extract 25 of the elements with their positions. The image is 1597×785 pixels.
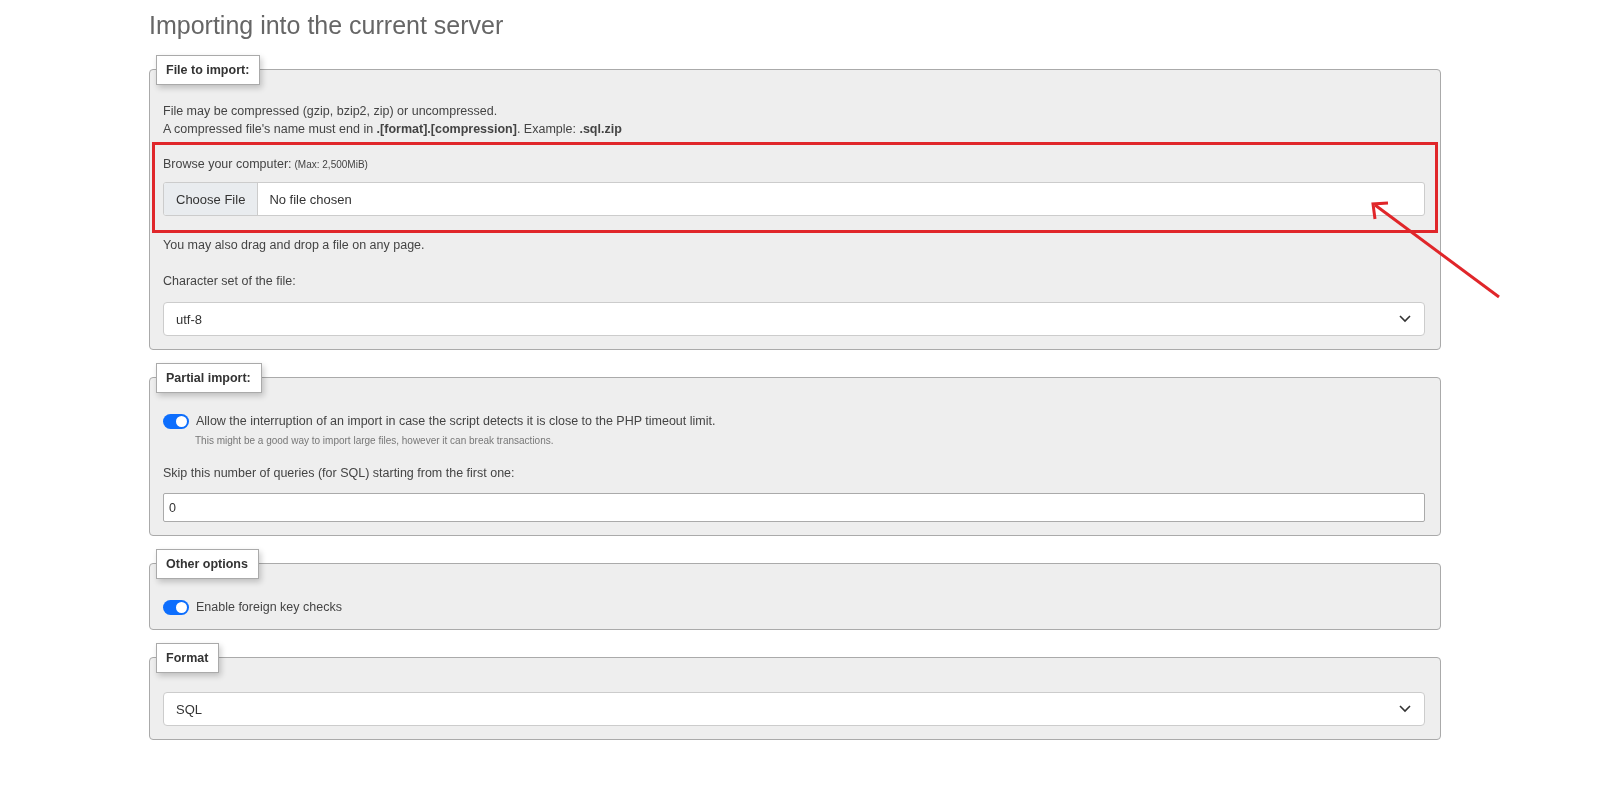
chevron-down-icon [1399,705,1411,713]
hint-text: This might be a good way to import large files, however it can break transactions. [195,435,555,446]
drag-drop-note: You may also drag and drop a file on any page. [163,237,426,254]
chevron-down-icon [1399,315,1411,323]
skip-queries-field[interactable]: 0 [163,493,1425,522]
charset-select[interactable]: utf-8 [163,302,1425,336]
max-size-note: (Max: 2,500MiB) [294,159,368,170]
file-status-text: No file chosen [268,190,352,209]
fieldset-legend: Other options [156,549,259,579]
toggle-switch[interactable] [163,413,189,429]
page-title: Importing into the current server [149,10,505,41]
charset-label: Character set of the file: [163,273,297,290]
choose-file-button[interactable]: Choose File [164,183,259,215]
fieldset-legend: Format [156,643,220,673]
browse-label: Browse your computer: [163,157,292,171]
help-text: File may be compressed (gzip, bzip2, zip) or uncompressed. [163,103,499,120]
skip-queries-label: Skip this number of queries (for SQL) starting from the first one: [163,465,516,482]
fieldset-legend: File to import: [156,55,261,85]
toggle-switch[interactable] [163,599,189,615]
fieldset-legend: Partial import: [156,363,262,393]
file-input[interactable]: Choose File No file chosen [163,182,1425,216]
format-select[interactable]: SQL [163,692,1425,726]
toggle-label: Enable foreign key checks [196,599,342,616]
help-text: A compressed file's name must end in .[format].[compression]. Example: .sql.zip [163,121,623,138]
toggle-label: Allow the interruption of an import in case the script detects it is close to the PHP timeout limit. [196,413,716,430]
